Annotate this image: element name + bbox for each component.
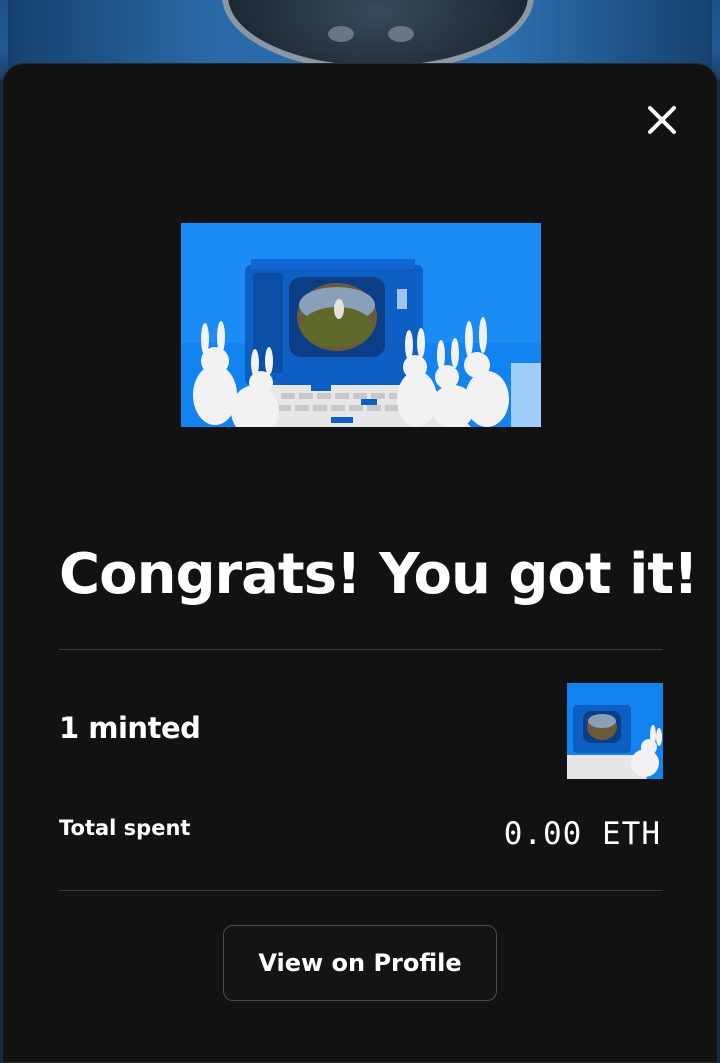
close-button[interactable] [643, 101, 681, 139]
view-on-profile-button[interactable]: View on Profile [223, 925, 497, 1001]
total-spent-label: Total spent [59, 816, 191, 840]
background-knob [388, 26, 414, 42]
mint-success-modal: Congrats! You got it! 1 minted Total spe… [2, 63, 718, 1063]
background-knob [328, 26, 354, 42]
close-icon [648, 106, 676, 134]
divider [59, 649, 663, 650]
congrats-title: Congrats! You got it! [59, 542, 699, 607]
minted-count: 1 minted [59, 711, 201, 745]
nft-thumbnail-image [567, 683, 663, 779]
nft-artwork-image [181, 223, 541, 427]
total-spent-value: 0.00 ETH [503, 816, 661, 852]
divider [59, 890, 663, 891]
